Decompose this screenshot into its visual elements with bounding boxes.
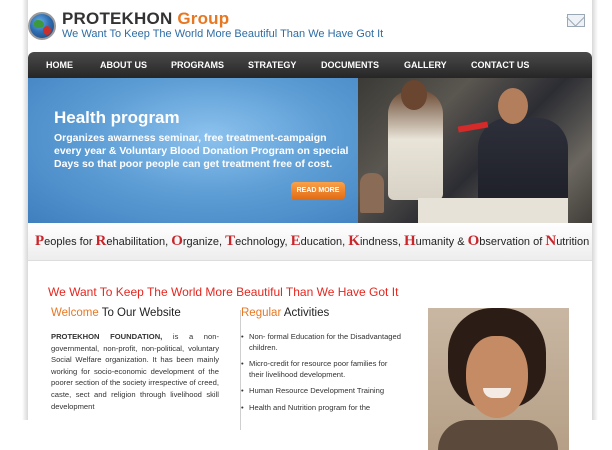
welcome-org-name: PROTEKHON FOUNDATION,: [51, 332, 163, 341]
main-nav: HOME ABOUT US PROGRAMS STRATEGY DOCUMENT…: [28, 52, 592, 78]
health-program-photo: [358, 78, 592, 223]
brand-accent: Group: [177, 9, 230, 28]
content-heading: We Want To Keep The World More Beautiful…: [48, 285, 399, 299]
acronym-text: Peoples for Rehabilitation, Organize, Te…: [35, 233, 589, 250]
page-shadow-right: [592, 0, 598, 420]
nav-item-about-us[interactable]: ABOUT US: [100, 60, 147, 70]
activities-heading: Regular Activities: [241, 307, 329, 319]
brand-main: PROTEKHON: [62, 9, 173, 28]
welcome-heading: Welcome To Our Website: [51, 307, 181, 319]
acronym-cap: H: [403, 233, 416, 249]
banner-description: Organizes awarness seminar, free treatme…: [54, 132, 349, 170]
nav-item-documents[interactable]: DOCUMENTS: [321, 60, 379, 70]
list-item: Non- formal Education for the Disadvanta…: [241, 332, 401, 353]
activities-list: Non- formal Education for the Disadvanta…: [241, 332, 401, 420]
welcome-paragraph: PROTEKHON FOUNDATION, is a non-governmen…: [51, 331, 219, 412]
photo-figure: [401, 80, 427, 110]
welcome-heading-rest: To Our Website: [98, 307, 181, 319]
acronym-cap: E: [290, 233, 301, 249]
portrait-part: [466, 336, 528, 418]
nav-item-home[interactable]: HOME: [46, 60, 73, 70]
acronym-cap: N: [545, 233, 557, 249]
banner-text-panel: Health program Organizes awarness semina…: [28, 78, 358, 223]
acronym-bar: Peoples for Rehabilitation, Organize, Te…: [28, 223, 592, 261]
acronym-cap: K: [348, 233, 360, 249]
photo-figure: [360, 173, 384, 213]
site-header: PROTEKHON Group We Want To Keep The Worl…: [28, 0, 592, 52]
acronym-rest: umanity &: [415, 236, 468, 248]
header-tagline: We Want To Keep The World More Beautiful…: [62, 28, 384, 40]
photo-figure: [498, 88, 528, 124]
acronym-rest: eoples for: [44, 236, 96, 248]
acronym-rest: rganize,: [182, 236, 226, 248]
acronym-cap: R: [95, 233, 107, 249]
acronym-rest: echnology,: [235, 236, 291, 248]
mail-icon[interactable]: [567, 14, 585, 27]
brand-name[interactable]: PROTEKHON Group: [62, 9, 229, 29]
nav-item-strategy[interactable]: STRATEGY: [248, 60, 296, 70]
acronym-cap: T: [225, 233, 236, 249]
acronym-cap: O: [467, 233, 480, 249]
acronym-cap: P: [35, 233, 45, 249]
welcome-heading-accent: Welcome: [51, 307, 99, 319]
acronym-rest: ducation,: [300, 236, 349, 248]
list-item: Health and Nutrition program for the: [241, 403, 401, 414]
acronym-rest: utrition: [556, 236, 590, 248]
globe-logo-icon[interactable]: [28, 12, 56, 40]
nav-item-contact-us[interactable]: CONTACT US: [471, 60, 529, 70]
portrait-part: [438, 420, 558, 450]
main-content: We Want To Keep The World More Beautiful…: [28, 272, 592, 450]
list-item: Micro-credit for resource poor families …: [241, 359, 401, 380]
acronym-cap: O: [171, 233, 183, 249]
list-item: Human Resource Development Training: [241, 386, 401, 397]
activities-heading-rest: Activities: [281, 307, 330, 319]
activities-heading-accent: Regular: [241, 307, 282, 319]
hero-banner: Health program Organizes awarness semina…: [28, 78, 592, 223]
read-more-button[interactable]: READ MORE: [291, 182, 345, 200]
photo-figure: [418, 198, 568, 223]
acronym-rest: ehabilitation,: [106, 236, 172, 248]
nav-item-gallery[interactable]: GALLERY: [404, 60, 447, 70]
nav-item-programs[interactable]: PROGRAMS: [171, 60, 224, 70]
portrait-photo: [428, 308, 569, 450]
acronym-rest: bservation of: [479, 236, 546, 248]
acronym-rest: indness,: [359, 236, 404, 248]
page: PROTEKHON Group We Want To Keep The Worl…: [28, 0, 592, 450]
banner-title: Health program: [54, 108, 180, 127]
welcome-body: is a non-governmental, non-profit, non-p…: [51, 332, 219, 411]
